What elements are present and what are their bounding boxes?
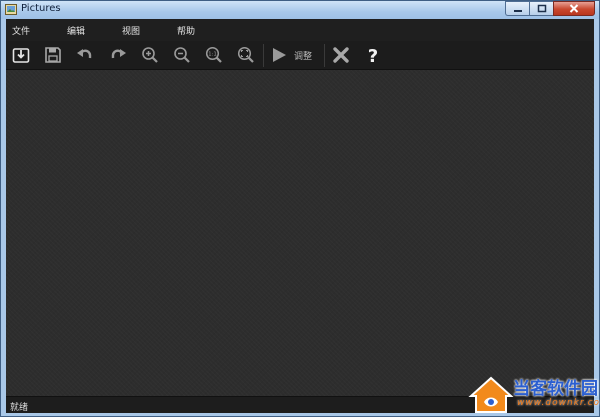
help-button[interactable]: ? bbox=[363, 45, 383, 65]
menu-bar: 文件 编辑 视图 帮助 bbox=[6, 19, 594, 41]
zoom-in-icon bbox=[142, 47, 158, 63]
image-canvas[interactable] bbox=[6, 70, 594, 396]
menu-view[interactable]: 视图 bbox=[122, 24, 140, 37]
maximize-icon bbox=[537, 4, 546, 13]
redo-icon bbox=[111, 49, 126, 59]
undo-button[interactable] bbox=[75, 45, 95, 65]
app-window: Pictures 文件 编辑 视图 帮助 1:1 ? 调整 就绪 当客软件园 w… bbox=[0, 0, 600, 417]
close-window-button[interactable] bbox=[553, 1, 595, 16]
adjust-button[interactable] bbox=[269, 45, 289, 65]
actual-size-button[interactable]: 1:1 bbox=[204, 45, 224, 65]
close-icon bbox=[333, 47, 349, 63]
svg-text:?: ? bbox=[368, 46, 378, 64]
status-text: 就绪 bbox=[10, 403, 29, 413]
minimize-icon bbox=[513, 9, 522, 12]
zoom-out-button[interactable] bbox=[172, 45, 192, 65]
title-bar[interactable]: Pictures bbox=[1, 1, 599, 19]
svg-text:1:1: 1:1 bbox=[208, 52, 217, 58]
save-icon bbox=[45, 47, 61, 63]
zoom-out-icon bbox=[174, 47, 190, 63]
close-image-button[interactable] bbox=[331, 45, 351, 65]
maximize-button[interactable] bbox=[529, 1, 553, 16]
import-button[interactable] bbox=[11, 45, 31, 65]
menu-file[interactable]: 文件 bbox=[12, 24, 30, 37]
fit-window-button[interactable] bbox=[236, 45, 256, 65]
undo-icon bbox=[77, 49, 92, 59]
toolbar-separator bbox=[263, 44, 264, 67]
zoom-in-button[interactable] bbox=[140, 45, 160, 65]
save-button[interactable] bbox=[43, 45, 63, 65]
watermark: 当客软件园 www.downkr.com bbox=[467, 372, 600, 416]
adjust-label[interactable]: 调整 bbox=[294, 49, 312, 62]
close-window-icon bbox=[569, 4, 579, 13]
house-logo-icon bbox=[468, 376, 514, 413]
menu-help[interactable]: 帮助 bbox=[177, 24, 195, 37]
fit-window-icon bbox=[237, 46, 254, 63]
window-controls bbox=[505, 1, 595, 16]
help-icon: ? bbox=[368, 46, 378, 64]
menu-edit[interactable]: 编辑 bbox=[67, 24, 85, 37]
minimize-button[interactable] bbox=[505, 1, 529, 16]
watermark-title: 当客软件园 bbox=[513, 379, 598, 399]
actual-size-icon: 1:1 bbox=[205, 46, 222, 63]
toolbar-separator bbox=[324, 44, 325, 67]
pictures-app-icon bbox=[5, 4, 17, 15]
client-area: 文件 编辑 视图 帮助 1:1 ? 调整 就绪 bbox=[6, 19, 594, 413]
window-title: Pictures bbox=[21, 3, 61, 14]
import-icon bbox=[12, 48, 30, 63]
redo-button[interactable] bbox=[108, 45, 128, 65]
watermark-url: www.downkr.com bbox=[517, 398, 600, 408]
play-icon bbox=[273, 48, 286, 62]
